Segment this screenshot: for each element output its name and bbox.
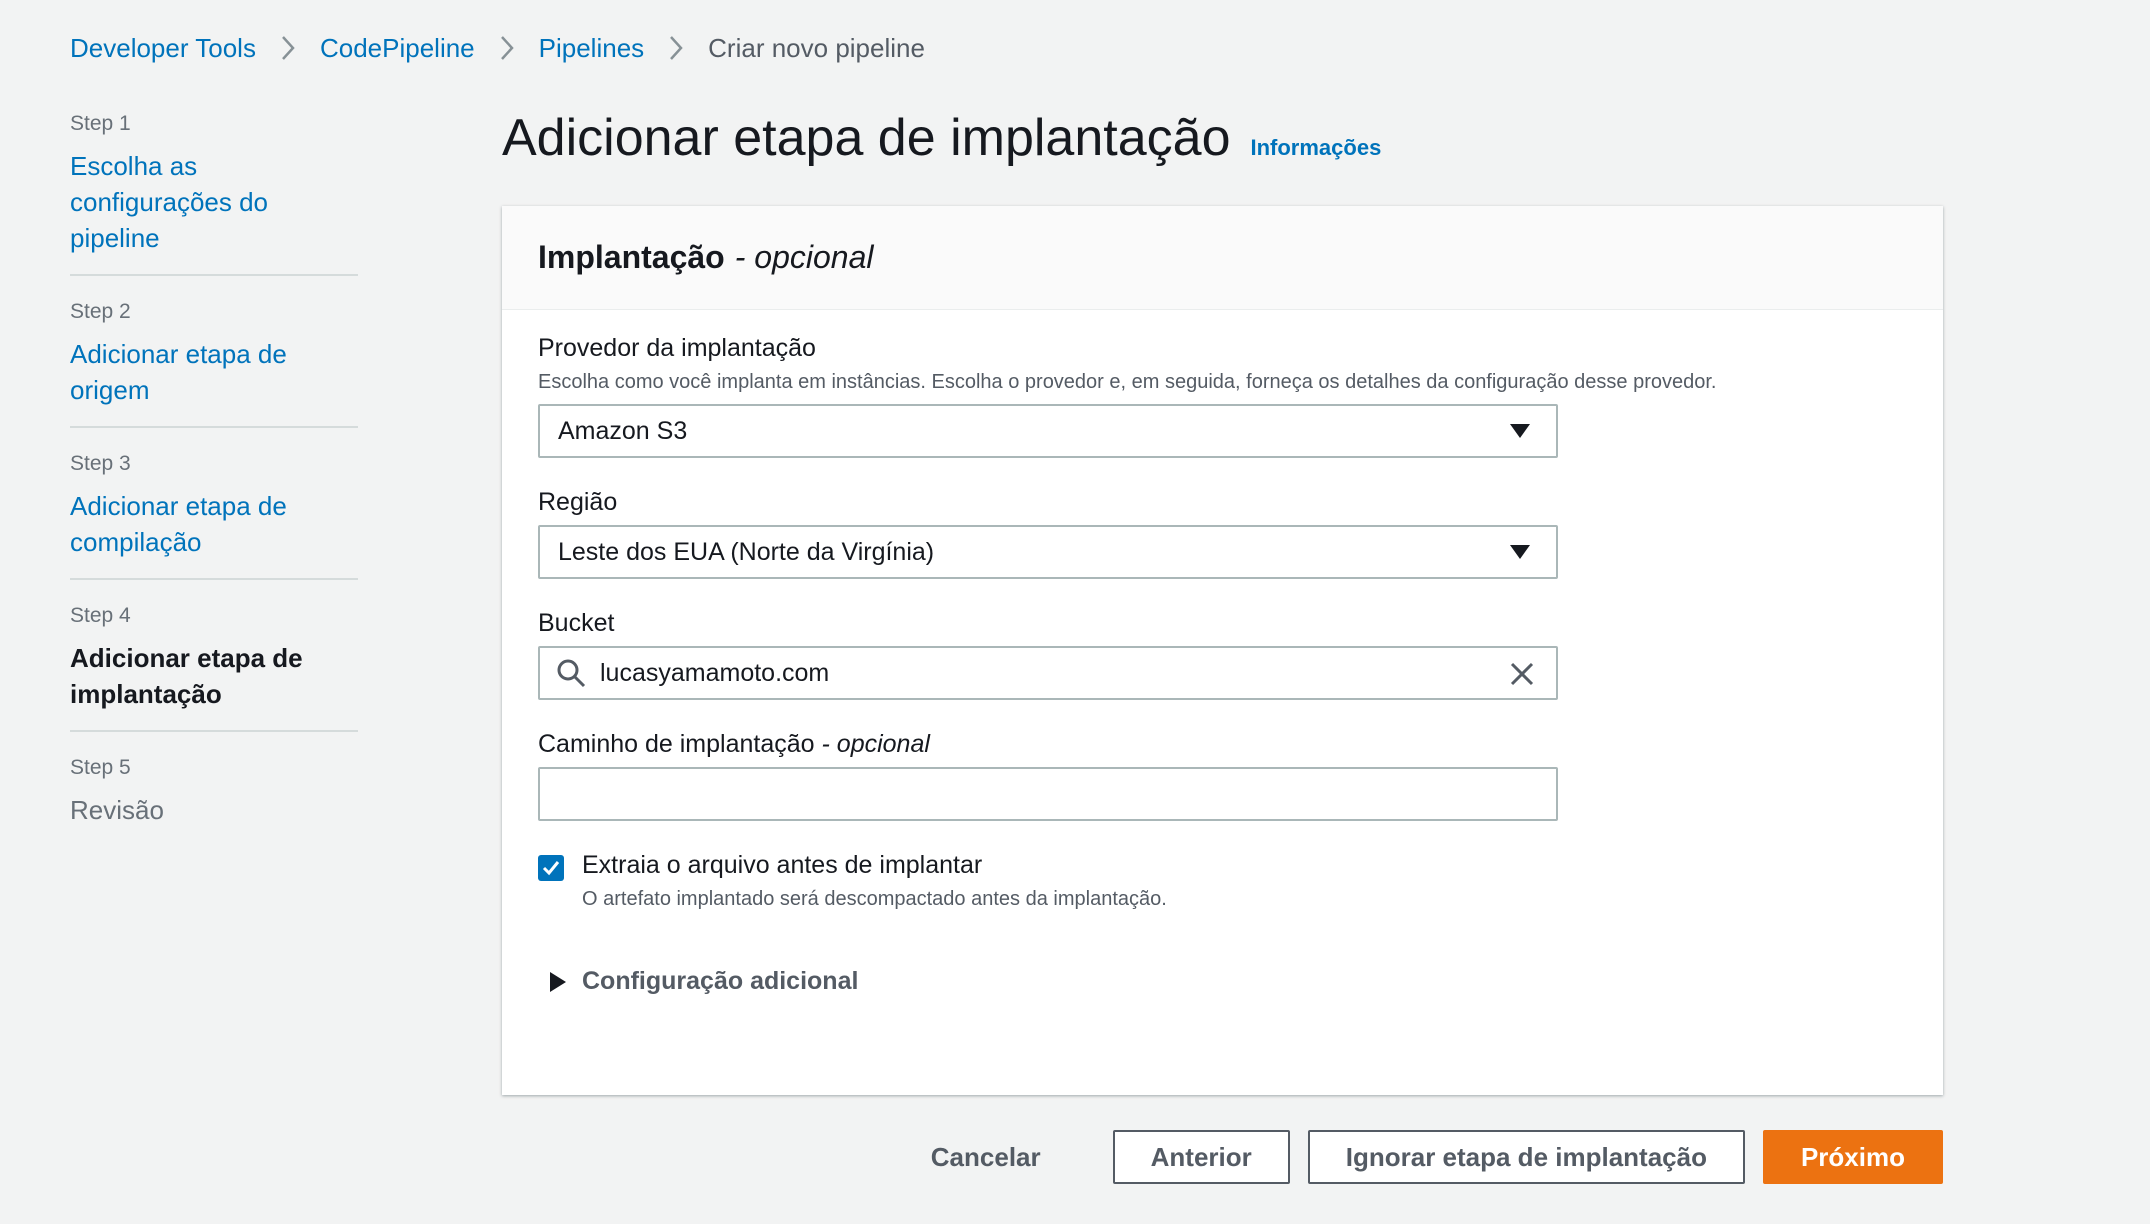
cancel-button[interactable]: Cancelar [895, 1130, 1077, 1184]
step-number: Step 1 [70, 112, 131, 135]
bucket-field: Bucket lucasyamamoto.com [538, 609, 1558, 700]
clear-icon[interactable] [1508, 660, 1536, 688]
chevron-right-icon [256, 30, 320, 66]
panel-title-optional: - opcional [734, 239, 874, 275]
region-select[interactable]: Leste dos EUA (Norte da Virgínia) [538, 525, 1558, 579]
wizard-step-1: Step 1 Escolha as configurações do pipel… [70, 112, 358, 276]
region-field: Região Leste dos EUA (Norte da Virgínia) [538, 488, 1558, 579]
previous-button[interactable]: Anterior [1112, 1130, 1290, 1184]
provider-field: Provedor da implantação Escolha como voc… [538, 334, 1717, 458]
wizard-step-4: Step 4 Adicionar etapa de implantação [70, 604, 358, 732]
page-title: Adicionar etapa de implantação [502, 109, 1231, 167]
panel-body: Provedor da implantação Escolha como voc… [502, 310, 1943, 1020]
step-link-settings[interactable]: Escolha as configurações do pipeline [70, 148, 358, 256]
breadcrumb-codepipeline[interactable]: CodePipeline [320, 33, 475, 64]
step-review: Revisão [70, 795, 164, 825]
breadcrumb-pipelines[interactable]: Pipelines [539, 33, 645, 64]
step-number: Step 2 [70, 300, 131, 323]
deploy-path-optional: - opcional [821, 730, 930, 758]
provider-select[interactable]: Amazon S3 [538, 404, 1558, 458]
provider-description: Escolha como você implanta em instâncias… [538, 371, 1717, 393]
extract-text: Extraia o arquivo antes de implantar O a… [582, 851, 1167, 911]
wizard-actions: Cancelar Anterior Ignorar etapa de impla… [895, 1130, 1943, 1184]
step-current-deploy: Adicionar etapa de implantação [70, 643, 303, 709]
search-icon [557, 659, 586, 688]
panel-title: Implantação [538, 239, 725, 275]
panel-header: Implantação - opcional [502, 206, 1943, 310]
provider-label: Provedor da implantação [538, 334, 816, 362]
deploy-path-label-text: Caminho de implantação [538, 730, 815, 758]
step-link-source[interactable]: Adicionar etapa de origem [70, 336, 358, 408]
deploy-panel: Implantação - opcional Provedor da impla… [502, 206, 1943, 1095]
extract-label[interactable]: Extraia o arquivo antes de implantar [582, 851, 1167, 880]
skip-deploy-button[interactable]: Ignorar etapa de implantação [1307, 1130, 1745, 1184]
extract-option: Extraia o arquivo antes de implantar O a… [538, 851, 1907, 911]
extract-description: O artefato implantado será descompactado… [582, 888, 1167, 910]
deploy-path-field: Caminho de implantação - opcional [538, 730, 1558, 821]
step-number: Step 4 [70, 604, 131, 627]
wizard-step-2: Step 2 Adicionar etapa de origem [70, 300, 358, 428]
step-number: Step 3 [70, 452, 131, 475]
additional-config-label: Configuração adicional [582, 967, 859, 995]
deploy-path-input[interactable] [538, 767, 1558, 821]
bucket-search-input[interactable]: lucasyamamoto.com [538, 646, 1558, 700]
next-button[interactable]: Próximo [1762, 1130, 1943, 1184]
breadcrumb-current: Criar novo pipeline [708, 32, 925, 63]
chevron-right-icon [475, 30, 539, 66]
page-header: Adicionar etapa de implantação Informaçõ… [502, 108, 1381, 168]
caret-down-icon [1510, 545, 1530, 559]
region-label: Região [538, 488, 618, 516]
wizard-step-3: Step 3 Adicionar etapa de compilação [70, 452, 358, 580]
wizard-step-5: Step 5 Revisão [70, 756, 358, 846]
chevron-right-icon [644, 30, 708, 66]
step-number: Step 5 [70, 756, 131, 779]
bucket-value: lucasyamamoto.com [600, 658, 830, 687]
checkmark-icon [542, 861, 560, 876]
wizard-steps-nav: Step 1 Escolha as configurações do pipel… [70, 112, 358, 870]
breadcrumb-developer-tools[interactable]: Developer Tools [70, 33, 256, 64]
breadcrumb: Developer Tools CodePipeline Pipelines C… [70, 30, 925, 66]
extract-checkbox[interactable] [538, 855, 564, 881]
region-selected-value: Leste dos EUA (Norte da Virgínia) [558, 537, 935, 566]
step-link-build[interactable]: Adicionar etapa de compilação [70, 488, 358, 560]
bucket-label: Bucket [538, 609, 615, 637]
caret-down-icon [1510, 424, 1530, 438]
info-link[interactable]: Informações [1250, 135, 1381, 161]
additional-config-expander[interactable]: Configuração adicional [550, 967, 1907, 996]
deploy-path-label: Caminho de implantação - opcional [538, 730, 1558, 759]
provider-selected-value: Amazon S3 [558, 416, 688, 445]
caret-right-icon [550, 971, 566, 992]
